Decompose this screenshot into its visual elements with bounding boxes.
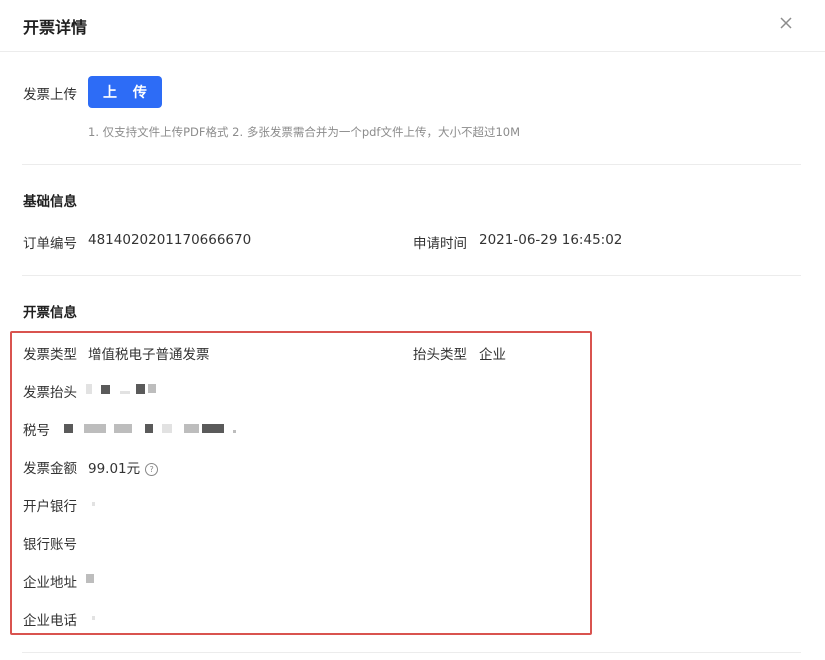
dialog-header: 开票详情 — [0, 0, 825, 52]
close-icon[interactable] — [777, 14, 795, 32]
divider — [22, 652, 801, 653]
basic-info-title: 基础信息 — [23, 194, 77, 210]
phone-label: 企业电话 — [23, 613, 77, 629]
divider — [22, 164, 801, 165]
header-type-value: 企业 — [479, 347, 506, 363]
invoice-type-value: 增值税电子普通发票 — [88, 347, 210, 363]
tax-no-label: 税号 — [23, 423, 50, 439]
invoice-type-label: 发票类型 — [23, 347, 77, 363]
question-circle-icon[interactable]: ? — [145, 463, 159, 476]
phone-redacted — [92, 616, 95, 620]
bank-redacted — [92, 502, 95, 506]
apply-time-value: 2021-06-29 16:45:02 — [479, 232, 623, 248]
invoice-info-title: 开票信息 — [23, 305, 77, 321]
order-no-value: 4814020201170666670 — [88, 232, 252, 248]
account-label: 银行账号 — [23, 537, 77, 553]
address-label: 企业地址 — [23, 575, 77, 591]
bank-label: 开户银行 — [23, 499, 77, 515]
upload-hint: 1. 仅支持文件上传PDF格式 2. 多张发票需合并为一个pdf文件上传，大小不… — [88, 125, 521, 139]
highlight-box — [10, 331, 592, 635]
upload-button[interactable]: 上 传 — [88, 76, 162, 108]
divider — [22, 275, 801, 276]
invoice-header-label: 发票抬头 — [23, 385, 77, 401]
apply-time-label: 申请时间 — [413, 236, 467, 252]
order-no-label: 订单编号 — [23, 236, 77, 252]
address-redacted — [86, 574, 94, 583]
header-type-label: 抬头类型 — [413, 347, 467, 363]
amount-value: 99.01元? — [88, 457, 159, 477]
upload-label: 发票上传 — [23, 87, 77, 103]
dialog-title: 开票详情 — [23, 18, 88, 37]
amount-text: 99.01元 — [88, 461, 141, 477]
amount-label: 发票金额 — [23, 461, 77, 477]
